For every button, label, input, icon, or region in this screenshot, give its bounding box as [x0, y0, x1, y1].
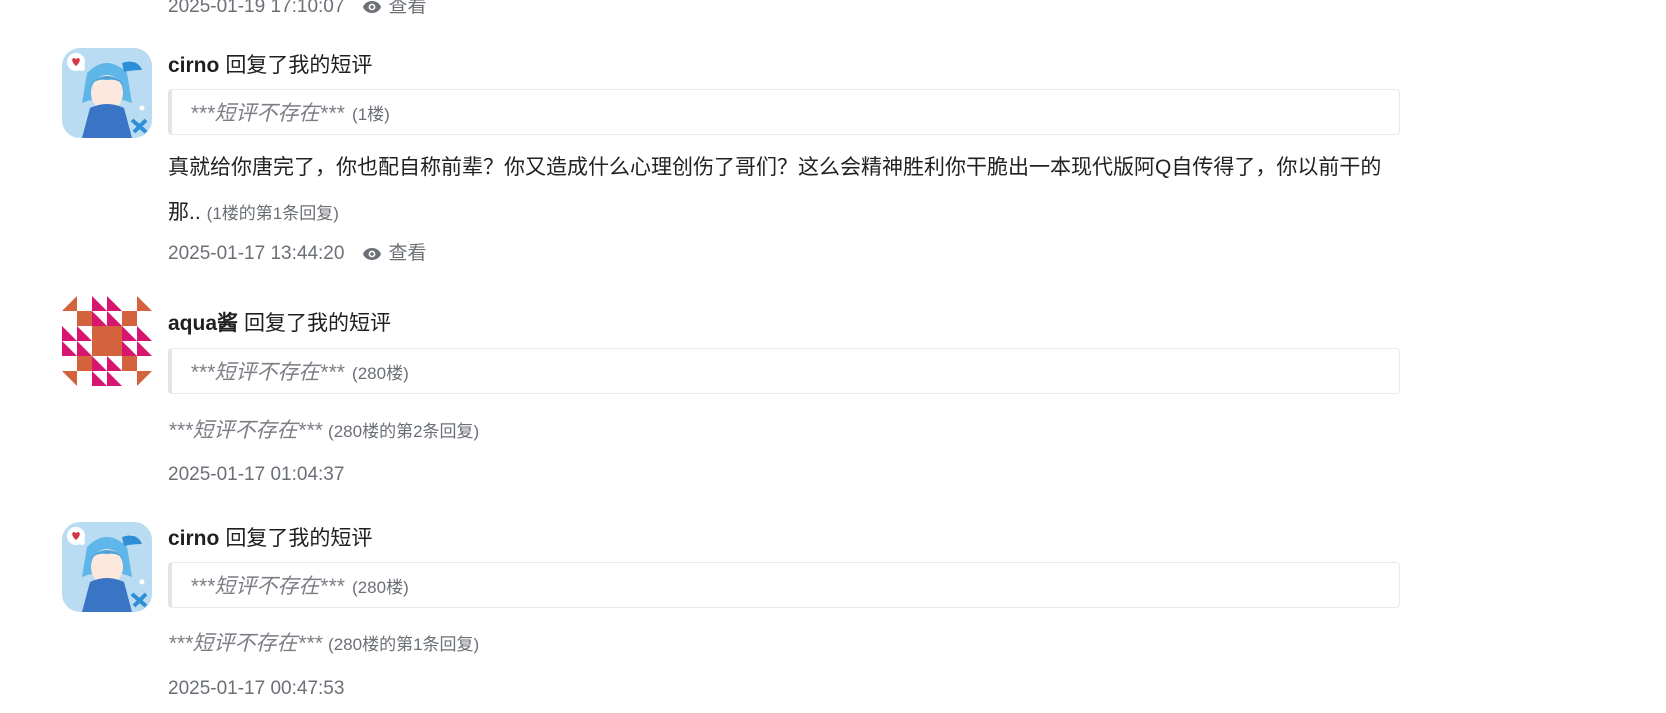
- cirno-avatar-icon: [62, 48, 152, 138]
- action-text: 回复了我的短评: [244, 312, 392, 335]
- reply-note: (1楼的第1条回复): [206, 204, 339, 223]
- reply-text: ***短评不存在***: [168, 419, 323, 442]
- username[interactable]: aqua酱: [168, 312, 238, 335]
- avatar[interactable]: [62, 296, 152, 386]
- item-meta: 2025-01-17 13:44:20 查看: [168, 244, 426, 263]
- item-meta: 2025-01-17 00:47:53: [168, 679, 344, 698]
- view-link[interactable]: 查看: [362, 244, 426, 263]
- reply-content: ***短评不存在*** (280楼的第2条回复): [168, 420, 479, 441]
- top-item-meta: 2025-01-19 17:10:07 查看: [168, 0, 426, 16]
- quote-text: ***短评不存在***: [190, 575, 345, 598]
- quote-text: ***短评不存在***: [190, 361, 345, 384]
- reply-text: ***短评不存在***: [168, 632, 323, 655]
- action-text: 回复了我的短评: [225, 54, 373, 77]
- reply-content: 真就给你唐完了，你也配自称前辈？你又造成什么心理创伤了哥们？这么会精神胜利你干脆…: [168, 145, 1408, 236]
- view-label: 查看: [388, 243, 427, 264]
- cirno-avatar-icon: [62, 522, 152, 612]
- avatar[interactable]: [62, 48, 152, 138]
- quoted-review[interactable]: ***短评不存在*** (280楼): [168, 562, 1400, 608]
- item-header: aqua酱 回复了我的短评: [168, 313, 391, 334]
- timestamp: 2025-01-17 00:47:53: [168, 678, 345, 699]
- reply-note: (280楼的第1条回复): [328, 635, 480, 654]
- eye-icon: [362, 0, 382, 14]
- eye-icon: [362, 247, 382, 261]
- username[interactable]: cirno: [168, 54, 219, 77]
- action-text: 回复了我的短评: [225, 527, 373, 550]
- avatar[interactable]: [62, 522, 152, 612]
- timestamp: 2025-01-17 13:44:20: [168, 243, 345, 264]
- reply-note: (280楼的第2条回复): [328, 422, 480, 441]
- floor-tag: (280楼): [352, 363, 409, 383]
- item-meta: 2025-01-17 01:04:37: [168, 465, 344, 484]
- view-link[interactable]: 查看: [362, 0, 426, 16]
- floor-tag: (280楼): [352, 577, 409, 597]
- username[interactable]: cirno: [168, 527, 219, 550]
- notification-list: 2025-01-19 17:10:07 查看 cirno 回复了我的短评 ***…: [0, 0, 1666, 713]
- reply-content: ***短评不存在*** (280楼的第1条回复): [168, 633, 479, 654]
- item-header: cirno 回复了我的短评: [168, 55, 372, 76]
- timestamp: 2025-01-19 17:10:07: [168, 0, 345, 17]
- item-header: cirno 回复了我的短评: [168, 528, 372, 549]
- timestamp: 2025-01-17 01:04:37: [168, 464, 345, 485]
- reply-text: 真就给你唐完了，你也配自称前辈？你又造成什么心理创伤了哥们？这么会精神胜利你干脆…: [168, 156, 1382, 224]
- quote-text: ***短评不存在***: [190, 102, 345, 125]
- quoted-review[interactable]: ***短评不存在*** (280楼): [168, 348, 1400, 394]
- identicon-avatar-icon: [62, 296, 152, 386]
- view-label: 查看: [388, 0, 427, 17]
- quoted-review[interactable]: ***短评不存在*** (1楼): [168, 89, 1400, 135]
- floor-tag: (1楼): [352, 104, 390, 124]
